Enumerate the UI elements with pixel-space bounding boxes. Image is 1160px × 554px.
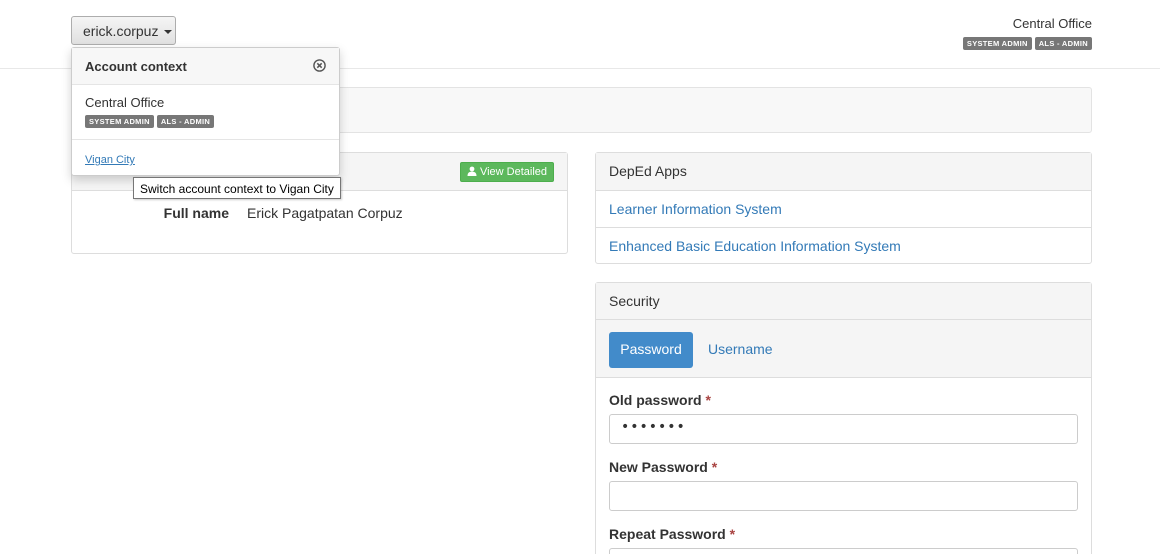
other-context: Vigan City xyxy=(72,140,339,177)
repeat-password-field[interactable] xyxy=(609,548,1078,554)
view-detailed-button[interactable]: View Detailed xyxy=(459,162,554,182)
page: erick.corpuz Central Office SYSTEM ADMIN… xyxy=(0,0,1160,554)
required-marker: * xyxy=(729,526,736,542)
password-form: Old password * ••••••• New Password * Re… xyxy=(596,378,1091,554)
current-context-name: Central Office xyxy=(85,95,165,110)
current-context: Central Office SYSTEM ADMIN ALS - ADMIN xyxy=(72,85,339,140)
required-marker: * xyxy=(711,459,718,475)
user-icon xyxy=(467,166,477,176)
deped-apps-panel: DepEd Apps Learner Information System En… xyxy=(595,152,1092,264)
caret-down-icon xyxy=(164,30,173,35)
security-tabs: Password Username xyxy=(596,320,1091,378)
repeat-password-label: Repeat Password * xyxy=(609,526,1078,546)
account-context-dropdown: Account context Central Office SYSTEM AD… xyxy=(71,47,340,176)
old-password-label-text: Old password xyxy=(609,392,702,408)
office-role-badges: SYSTEM ADMIN ALS - ADMIN xyxy=(962,37,1092,50)
app-link-ebeis[interactable]: Enhanced Basic Education Information Sys… xyxy=(596,228,1091,265)
username-label: erick.corpuz xyxy=(83,23,159,39)
fullname-label: Full name xyxy=(163,205,229,221)
tooltip: Switch account context to Vigan City xyxy=(133,177,341,199)
tab-password[interactable]: Password xyxy=(609,332,693,368)
security-panel-title: Security xyxy=(596,283,1091,320)
role-badge: ALS - ADMIN xyxy=(1034,37,1092,50)
switch-context-link[interactable]: Vigan City xyxy=(85,154,135,166)
role-badge: SYSTEM ADMIN xyxy=(85,115,154,128)
close-icon[interactable] xyxy=(313,59,326,72)
current-office: Central Office xyxy=(1012,16,1092,31)
repeat-password-label-text: Repeat Password xyxy=(609,526,726,542)
fullname-value: Erick Pagatpatan Corpuz xyxy=(247,205,403,221)
account-context-title: Account context xyxy=(85,59,187,74)
security-panel: Security Password Username Old password … xyxy=(595,282,1092,554)
new-password-label-text: New Password xyxy=(609,459,708,475)
old-password-field[interactable]: ••••••• xyxy=(609,414,1078,444)
view-detailed-label: View Detailed xyxy=(479,166,547,178)
tab-username[interactable]: Username xyxy=(708,341,773,357)
new-password-field[interactable] xyxy=(609,481,1078,511)
apps-panel-title: DepEd Apps xyxy=(596,153,1091,191)
required-marker: * xyxy=(705,392,711,408)
current-context-badges: SYSTEM ADMIN ALS - ADMIN xyxy=(85,115,326,128)
role-badge: ALS - ADMIN xyxy=(156,115,215,128)
role-badge: SYSTEM ADMIN xyxy=(962,37,1032,50)
user-menu-button[interactable]: erick.corpuz xyxy=(71,16,176,45)
new-password-label: New Password * xyxy=(609,459,1078,479)
app-link-lis[interactable]: Learner Information System xyxy=(596,191,1091,228)
account-context-header: Account context xyxy=(72,48,339,85)
old-password-label: Old password * xyxy=(609,392,1078,412)
